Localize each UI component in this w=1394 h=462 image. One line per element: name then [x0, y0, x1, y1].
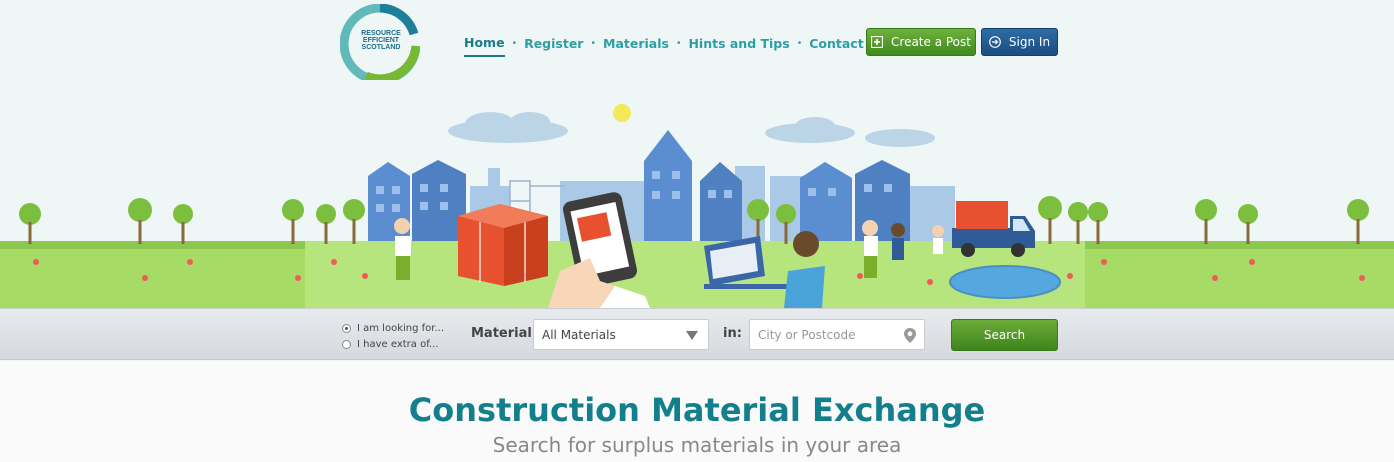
logo-text: RESOURCE EFFICIENT SCOTLAND	[358, 30, 404, 51]
hero-illustration	[0, 86, 1394, 308]
chevron-down-icon	[686, 331, 698, 340]
sign-in-button[interactable]: Sign In	[981, 28, 1058, 56]
main-nav: Home • Register • Materials • Hints and …	[464, 34, 864, 58]
page-title: Construction Material Exchange	[408, 391, 986, 429]
radio-button-selected[interactable]	[342, 323, 351, 333]
nav-hints-and-tips[interactable]: Hints and Tips	[688, 36, 789, 56]
sign-in-label: Sign In	[1008, 35, 1051, 49]
nav-separator: •	[797, 38, 802, 49]
nav-home[interactable]: Home	[464, 35, 505, 57]
material-select-value: All Materials	[542, 328, 616, 342]
nav-separator: •	[512, 38, 517, 49]
location-placeholder: City or Postcode	[758, 328, 856, 342]
logo[interactable]: RESOURCE EFFICIENT SCOTLAND	[339, 3, 421, 85]
create-post-label: Create a Post	[891, 35, 971, 49]
location-input[interactable]: City or Postcode	[749, 319, 925, 350]
create-post-button[interactable]: Create a Post	[866, 28, 976, 56]
nav-register[interactable]: Register	[524, 36, 583, 56]
hero-scene	[0, 104, 1394, 308]
search-bar: I am looking for... I have extra of... M…	[0, 308, 1394, 360]
site-header: RESOURCE EFFICIENT SCOTLAND Home • Regis…	[0, 0, 1394, 90]
radio-button[interactable]	[342, 339, 351, 349]
logo-line: RESOURCE	[361, 30, 401, 37]
trees	[19, 196, 1369, 244]
radio-label: I have extra of...	[357, 338, 439, 350]
plus-square-icon	[871, 36, 884, 48]
location-pin-icon	[904, 328, 916, 343]
nav-separator: •	[676, 38, 681, 49]
arrow-circle-icon	[989, 36, 1001, 48]
material-select[interactable]: All Materials	[533, 319, 709, 350]
page-subtitle: Search for surplus materials in your are…	[492, 433, 902, 457]
radio-have-extra[interactable]: I have extra of...	[342, 336, 444, 352]
nav-contact[interactable]: Contact	[809, 36, 863, 56]
brick-pallet	[458, 204, 548, 286]
logo-line: EFFICIENT	[362, 37, 400, 44]
nav-materials[interactable]: Materials	[603, 36, 669, 56]
logo-line: SCOTLAND	[361, 44, 401, 51]
clouds	[448, 112, 935, 147]
search-mode-group: I am looking for... I have extra of...	[342, 320, 444, 352]
pond	[949, 265, 1061, 299]
radio-label: I am looking for...	[357, 322, 444, 334]
search-button[interactable]: Search	[951, 319, 1058, 351]
intro-section: Construction Material Exchange Search fo…	[0, 361, 1394, 462]
location-label: in:	[723, 326, 742, 341]
radio-looking-for[interactable]: I am looking for...	[342, 320, 444, 336]
material-label: Material:	[471, 326, 538, 341]
nav-separator: •	[591, 38, 595, 49]
sun	[613, 104, 631, 122]
